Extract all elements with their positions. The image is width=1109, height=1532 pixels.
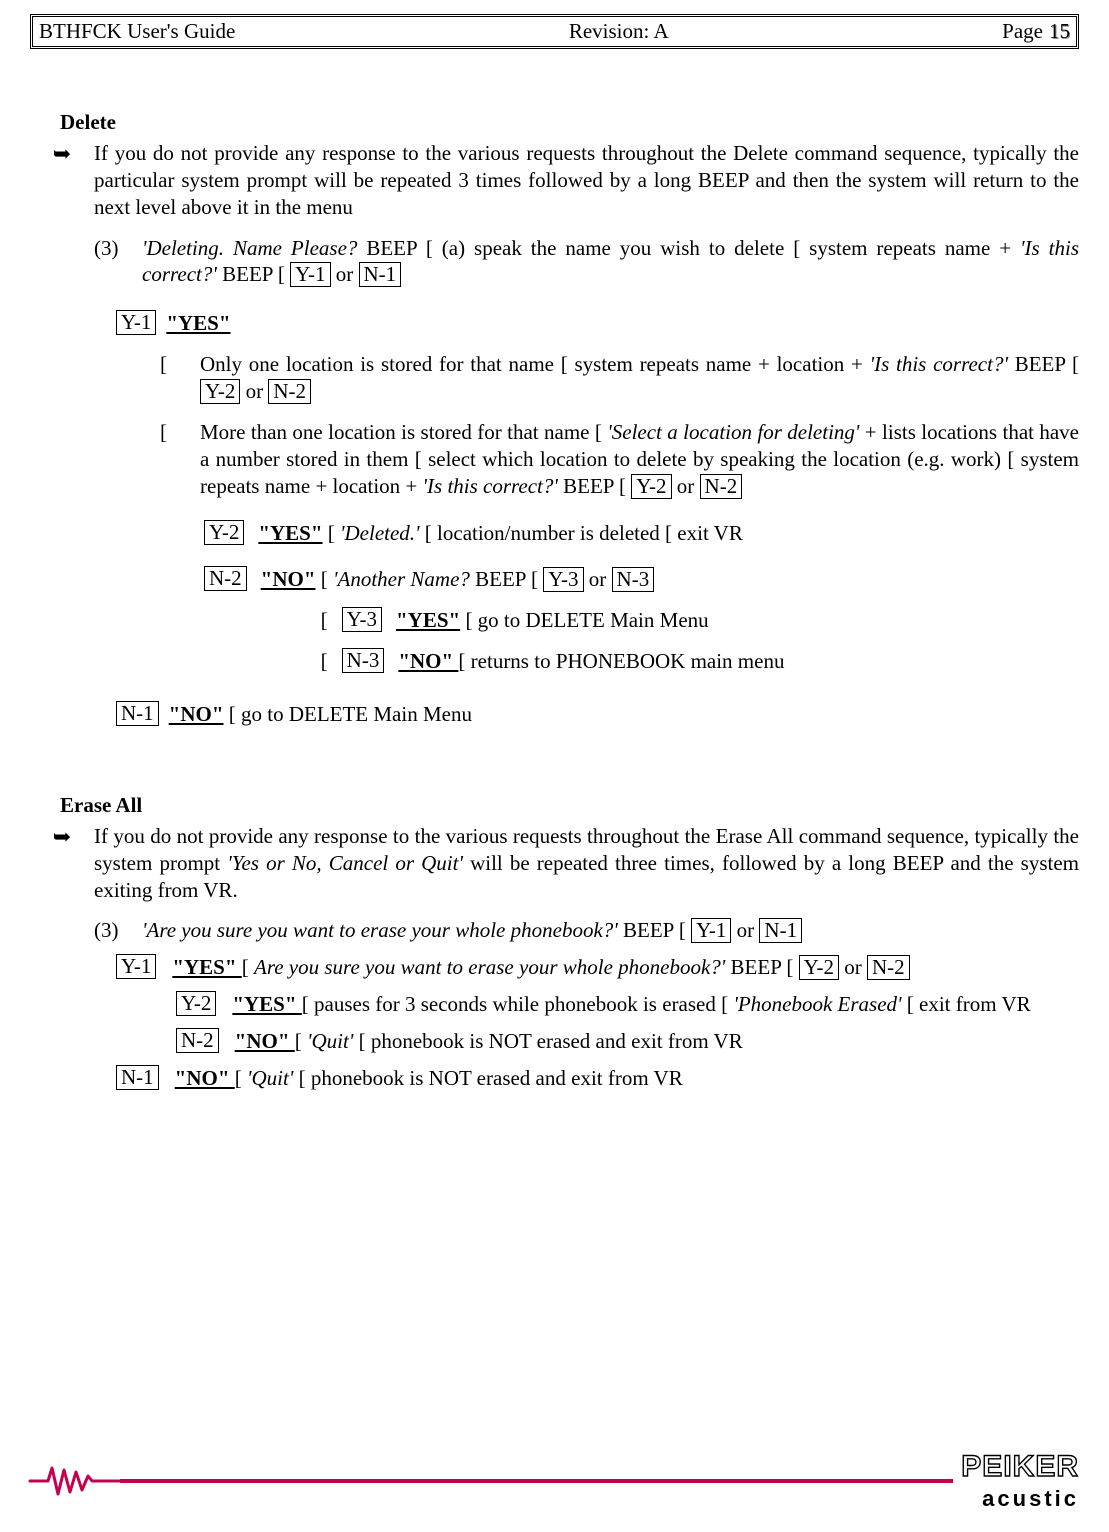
erase-n1-branch: N-1 "NO" [ 'Quit' [ phonebook is NOT era… [116, 1065, 1079, 1092]
y1-branch: Y-1 "YES" [116, 310, 1079, 337]
n3-branch: [N-3 "NO" [ returns to PHONEBOOK main me… [321, 648, 785, 675]
y3-branch: [Y-3 "YES" [ go to DELETE Main Menu [321, 607, 785, 634]
erase-y2-branch: Y-2 "YES" [ pauses for 3 seconds while p… [176, 991, 1079, 1018]
doc-title: BTHFCK User's Guide [39, 19, 235, 44]
y2-branch: Y-2 "YES" [ 'Deleted.' [ location/number… [204, 520, 1079, 547]
page-footer: PEIKER acustic [0, 1450, 1109, 1512]
erase-heading: Erase All [60, 792, 1079, 819]
hand-icon: ➥ [30, 140, 94, 221]
step-number: (3) [94, 235, 142, 289]
n2-branch: N-2 "NO" [ 'Another Name? BEEP [ Y-3 or … [204, 566, 1079, 675]
arrow-icon: [ [160, 419, 200, 500]
doc-revision: Revision: A [569, 19, 669, 44]
erase-intro: If you do not provide any response to th… [94, 823, 1079, 904]
erase-n2-branch: N-2 "NO" [ 'Quit' [ phonebook is NOT era… [176, 1028, 1079, 1055]
page-header: BTHFCK User's Guide Revision: A Page 15 … [30, 14, 1079, 49]
n1-branch: N-1 "NO" [ go to DELETE Main Menu [116, 701, 1079, 728]
delete-intro: If you do not provide any response to th… [94, 140, 1079, 221]
page-number: Page 15 15 [1002, 19, 1070, 44]
erase-step: 'Are you sure you want to erase your who… [142, 917, 1079, 944]
y1-case-multi: More than one location is stored for tha… [200, 419, 1079, 500]
brand-logo: PEIKER acustic [961, 1450, 1079, 1512]
wave-icon [30, 1464, 120, 1498]
step-number: (3) [94, 917, 142, 944]
erase-y1-branch: Y-1 "YES" [ Are you sure you want to era… [116, 954, 1079, 981]
footer-rule [120, 1479, 953, 1483]
arrow-icon: [ [160, 351, 200, 405]
delete-step: 'Deleting. Name Please? BEEP [ (a) speak… [142, 235, 1079, 289]
delete-heading: Delete [60, 109, 1079, 136]
hand-icon: ➥ [30, 823, 94, 904]
y1-case-single: Only one location is stored for that nam… [200, 351, 1079, 405]
